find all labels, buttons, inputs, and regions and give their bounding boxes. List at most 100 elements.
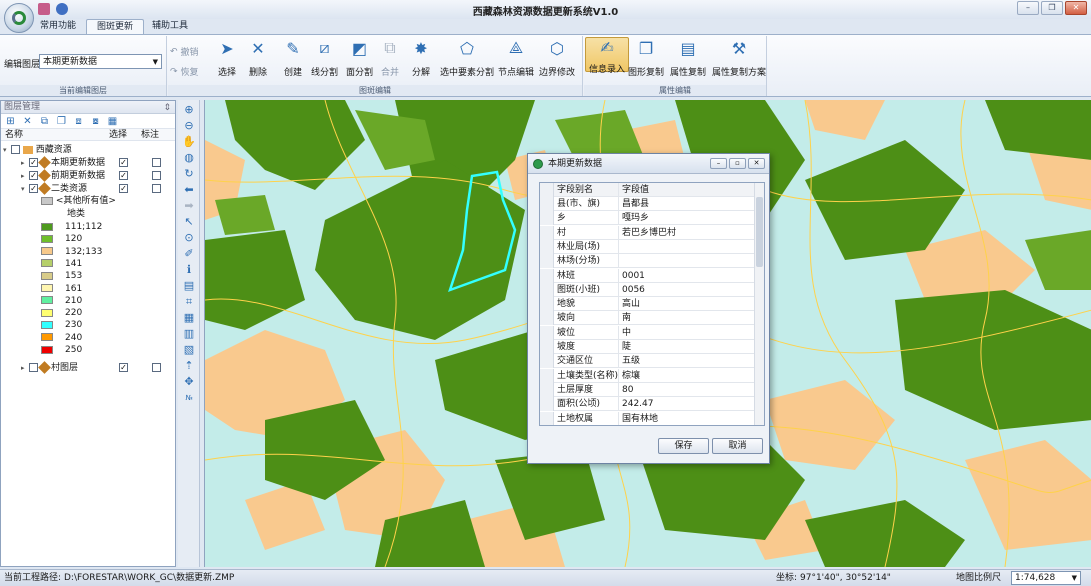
tab-aux-tools[interactable]: 辅助工具 <box>142 19 198 34</box>
attribute-row[interactable]: 交通区位 五级 <box>540 354 755 369</box>
visible-checkbox[interactable]: ✓ <box>29 184 38 193</box>
node-edit-button[interactable]: ⟁ 节点编辑 <box>498 38 534 78</box>
field-value-cell[interactable]: 242.47 <box>619 397 755 411</box>
layer-props-icon[interactable]: ▦ <box>107 116 118 127</box>
pan-icon[interactable]: ✋ <box>182 135 196 149</box>
attribute-row[interactable]: 面积(公顷) 242.47 <box>540 397 755 412</box>
select-split-button[interactable]: ⬠ 选中要素分割 <box>440 38 494 79</box>
restore-button[interactable]: ❐ <box>1041 1 1063 15</box>
shape-copy-button[interactable]: ❐ 图形复制 <box>628 38 664 79</box>
attribute-row[interactable]: 乡嘎玛乡 <box>540 211 755 226</box>
select-checkbox[interactable]: ✓ <box>119 184 128 193</box>
field-value-cell[interactable]: 若巴乡博巴村 <box>619 226 755 240</box>
globe-icon[interactable]: ◍ <box>182 151 196 165</box>
pin-icon[interactable]: ⇕ <box>163 102 171 115</box>
field-value-cell[interactable]: 昌都县 <box>619 197 755 211</box>
layer-row-current[interactable]: ▸ ✓ 本期更新数据 ✓ <box>21 156 171 169</box>
select-checkbox[interactable]: ✓ <box>119 171 128 180</box>
attribute-row[interactable]: 土层厚度 80 <box>540 382 755 397</box>
layer-row-secondary[interactable]: ▾ ✓ 二类资源 ✓ <box>21 182 171 195</box>
remove-layer-icon[interactable]: ✕ <box>22 116 33 127</box>
visible-checkbox[interactable] <box>29 363 38 372</box>
undo-button[interactable]: ↶ 撤销 <box>170 45 199 59</box>
attribute-row[interactable]: 林场(分场) <box>540 254 755 269</box>
back-icon[interactable]: ⬅ <box>182 183 196 197</box>
field-value-cell[interactable] <box>619 240 755 254</box>
label-checkbox[interactable] <box>152 171 161 180</box>
field-value-cell[interactable]: 80 <box>619 383 755 397</box>
dialog-minimize-button[interactable]: – <box>710 158 727 169</box>
move-up-icon[interactable]: ⧈ <box>73 116 84 127</box>
field-value-cell[interactable]: 0001 <box>619 269 755 283</box>
label-checkbox[interactable] <box>152 363 161 372</box>
field-value-cell[interactable]: 南 <box>619 311 755 325</box>
save-button[interactable]: 保存 <box>658 438 709 454</box>
app-menu-orb[interactable] <box>4 3 34 33</box>
root-checkbox[interactable] <box>11 145 20 154</box>
locate-icon[interactable]: ✥ <box>182 375 196 389</box>
field-value-cell[interactable]: 国有林地 <box>619 412 755 426</box>
dialog-maximize-button[interactable]: ▫ <box>729 158 746 169</box>
edit-layer-select[interactable]: 本期更新数据 ▼ <box>39 54 162 69</box>
explode-button[interactable]: ✸ 分解 <box>411 38 431 79</box>
document-icon[interactable]: ▤ <box>182 279 196 293</box>
visible-checkbox[interactable]: ✓ <box>29 171 38 180</box>
zoom-out-icon[interactable]: ⊖ <box>182 119 196 133</box>
attribute-row[interactable]: 坡度陡 <box>540 340 755 354</box>
table-icon[interactable]: ▥ <box>182 327 196 341</box>
polygon-split-button[interactable]: ◩ 面分割 <box>346 38 373 79</box>
select-feature-icon[interactable]: ↖ <box>182 215 196 229</box>
add-layer-icon[interactable]: ⊞ <box>5 116 16 127</box>
grid-scrollbar[interactable] <box>754 183 764 425</box>
label-checkbox[interactable] <box>152 158 161 167</box>
info-entry-button[interactable]: ✍ 信息录入 <box>585 37 630 75</box>
label-checkbox[interactable] <box>152 184 161 193</box>
dialog-close-button[interactable]: ✕ <box>748 158 765 169</box>
redo-button[interactable]: ↷ 恢复 <box>170 65 199 79</box>
scrollbar-thumb[interactable] <box>756 197 763 267</box>
zoom-in-icon[interactable]: ⊕ <box>182 103 196 117</box>
field-value-cell[interactable] <box>619 254 755 268</box>
create-button[interactable]: ✎ 创建 <box>283 38 303 79</box>
attribute-row[interactable]: 县(市、旗) 昌都县 <box>540 197 755 211</box>
attribute-row[interactable]: 土壤类型(名称) 棕壤 <box>540 368 755 383</box>
attribute-row[interactable]: 地貌 高山 <box>540 297 755 312</box>
copy-layer-icon[interactable]: ❐ <box>56 116 67 127</box>
field-value-cell[interactable]: 0056 <box>619 283 755 297</box>
expand-icon[interactable]: ▾ <box>3 144 11 156</box>
attr-copy-scheme-button[interactable]: ⚒ 属性复制方案 <box>712 38 766 79</box>
select-button[interactable]: ➤ 选择 <box>217 38 237 79</box>
forward-icon[interactable]: ➡ <box>182 199 196 213</box>
field-value-cell[interactable]: 高山 <box>619 297 755 311</box>
tree-root[interactable]: ▾ 西藏资源 <box>3 144 72 156</box>
expand-icon[interactable]: ▸ <box>21 157 29 169</box>
minimize-button[interactable]: – <box>1017 1 1039 15</box>
open-layer-icon[interactable]: ⧉ <box>39 116 50 127</box>
attribute-row[interactable]: 图斑(小班) 0056 <box>540 282 755 297</box>
field-value-cell[interactable]: 棕壤 <box>619 369 755 383</box>
attribute-row[interactable]: 土地权属 国有林地 <box>540 411 755 426</box>
visible-checkbox[interactable]: ✓ <box>29 158 38 167</box>
measure-icon[interactable]: ⌗ <box>182 295 196 309</box>
dialog-title-bar[interactable]: 本期更新数据 – ▫ ✕ <box>528 154 769 174</box>
layer-row-village[interactable]: ▸ 村图层 ✓ <box>21 361 171 374</box>
info-icon[interactable]: ℹ <box>182 263 196 277</box>
merge-button[interactable]: ⧉ 合并 <box>380 38 400 78</box>
field-value-cell[interactable]: 嘎玛乡 <box>619 211 755 225</box>
attr-copy-button[interactable]: ▤ 属性复制 <box>670 38 706 79</box>
delete-button[interactable]: ✕ 删除 <box>248 38 268 79</box>
cancel-button[interactable]: 取消 <box>712 438 763 454</box>
collapse-icon[interactable]: ▾ <box>21 183 29 195</box>
field-value-cell[interactable]: 陡 <box>619 340 755 354</box>
line-split-button[interactable]: ⧄ 线分割 <box>311 38 338 78</box>
identify-icon[interactable]: ⊙ <box>182 231 196 245</box>
number-icon[interactable]: № <box>182 391 196 405</box>
attribute-row[interactable]: 村若巴乡博巴村 <box>540 225 755 240</box>
select-checkbox[interactable]: ✓ <box>119 158 128 167</box>
attribute-row[interactable]: 林班 0001 <box>540 268 755 283</box>
tab-patch-update[interactable]: 图斑更新 <box>86 19 145 34</box>
field-value-cell[interactable]: 中 <box>619 326 755 340</box>
move-down-icon[interactable]: ⧇ <box>90 116 101 127</box>
attribute-row[interactable]: 林业局(场) <box>540 239 755 254</box>
map-icon[interactable]: ▧ <box>182 343 196 357</box>
